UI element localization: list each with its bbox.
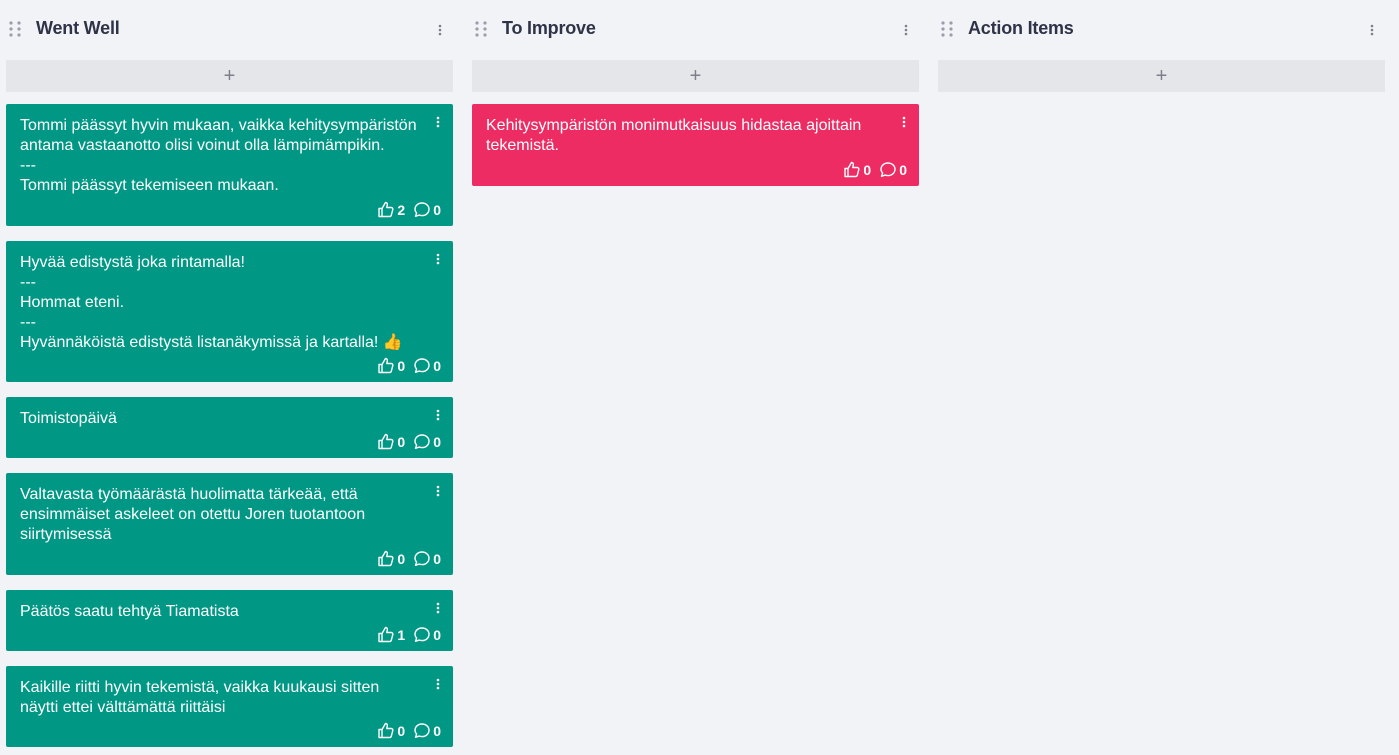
card-footer: 0 0 (377, 433, 441, 450)
column-to-improve: To Improve + Kehitysympäristön monimutka… (472, 0, 919, 755)
card-text: Tommi päässyt hyvin mukaan, vaikka kehit… (20, 117, 417, 194)
drag-handle-icon[interactable] (8, 20, 22, 38)
comment-bubble-icon[interactable] (413, 433, 431, 450)
like-count: 2 (397, 201, 406, 218)
card-text: Valtavasta työmäärästä huolimatta tärkeä… (20, 486, 366, 543)
kebab-menu-icon[interactable] (901, 23, 911, 37)
column-title: Went Well (36, 18, 120, 38)
column-went-well: Went Well + Tommi päässyt hyvin mukaan, … (6, 0, 453, 755)
column-header: To Improve (472, 0, 919, 60)
comment-count: 0 (433, 201, 441, 218)
card-text: Kaikille riitti hyvin tekemistä, vaikka … (20, 679, 380, 716)
thumbs-up-icon[interactable] (843, 161, 861, 178)
add-card-button[interactable]: + (472, 60, 919, 92)
comment-bubble-icon[interactable] (413, 626, 431, 643)
drag-handle-icon[interactable] (940, 20, 954, 38)
kebab-menu-icon[interactable] (1367, 23, 1377, 37)
thumbs-up-icon[interactable] (377, 357, 395, 374)
retro-board: Went Well + Tommi päässyt hyvin mukaan, … (0, 0, 1399, 755)
card-text: Hyvää edistystä joka rintamalla! --- Hom… (20, 254, 403, 351)
kebab-menu-icon[interactable] (434, 601, 442, 615)
like-count: 0 (397, 722, 406, 739)
card-text: Päätös saatu tehtyä Tiamatista (20, 603, 239, 620)
retro-card[interactable]: Päätös saatu tehtyä Tiamatista 1 0 (6, 590, 453, 651)
card-footer: 0 0 (377, 722, 441, 739)
comment-bubble-icon[interactable] (879, 161, 897, 178)
card-footer: 0 0 (843, 161, 907, 178)
comment-count: 0 (433, 433, 441, 450)
comment-count: 0 (899, 161, 907, 178)
card-text: Toimistopäivä (20, 410, 117, 427)
column-header: Went Well (6, 0, 453, 60)
like-count: 0 (397, 357, 406, 374)
retro-card[interactable]: Toimistopäivä 0 0 (6, 397, 453, 458)
thumbs-up-icon[interactable] (377, 626, 395, 643)
comment-count: 0 (433, 626, 441, 643)
column-header: Action Items (938, 0, 1385, 60)
retro-card[interactable]: Kaikille riitti hyvin tekemistä, vaikka … (6, 666, 453, 747)
retro-card[interactable]: Kehitysympäristön monimutkaisuus hidasta… (472, 104, 919, 186)
column-title: To Improve (502, 18, 596, 38)
card-footer: 1 0 (377, 626, 441, 643)
drag-handle-icon[interactable] (474, 20, 488, 38)
comment-bubble-icon[interactable] (413, 550, 431, 567)
like-count: 0 (397, 433, 406, 450)
comment-bubble-icon[interactable] (413, 722, 431, 739)
retro-card[interactable]: Hyvää edistystä joka rintamalla! --- Hom… (6, 241, 453, 382)
kebab-menu-icon[interactable] (434, 484, 442, 498)
comment-count: 0 (433, 550, 441, 567)
add-card-button[interactable]: + (6, 60, 453, 92)
card-text: Kehitysympäristön monimutkaisuus hidasta… (486, 117, 862, 154)
kebab-menu-icon[interactable] (435, 23, 445, 37)
like-count: 0 (863, 161, 872, 178)
like-count: 1 (397, 626, 406, 643)
column-title: Action Items (968, 18, 1074, 38)
thumbs-up-icon[interactable] (377, 550, 395, 567)
comment-count: 0 (433, 357, 441, 374)
comment-bubble-icon[interactable] (413, 201, 431, 218)
kebab-menu-icon[interactable] (434, 252, 442, 266)
add-card-button[interactable]: + (938, 60, 1385, 92)
thumbs-up-icon[interactable] (377, 433, 395, 450)
retro-card[interactable]: Valtavasta työmäärästä huolimatta tärkeä… (6, 473, 453, 575)
kebab-menu-icon[interactable] (434, 115, 442, 129)
card-footer: 0 0 (377, 550, 441, 567)
kebab-menu-icon[interactable] (434, 677, 442, 691)
like-count: 0 (397, 550, 406, 567)
thumbs-up-icon[interactable] (377, 722, 395, 739)
column-action-items: Action Items + (938, 0, 1385, 755)
card-footer: 0 0 (377, 357, 441, 374)
comment-count: 0 (433, 722, 441, 739)
card-footer: 2 0 (377, 201, 441, 218)
thumbs-up-icon[interactable] (377, 201, 395, 218)
retro-card[interactable]: Tommi päässyt hyvin mukaan, vaikka kehit… (6, 104, 453, 226)
comment-bubble-icon[interactable] (413, 357, 431, 374)
kebab-menu-icon[interactable] (900, 115, 908, 129)
kebab-menu-icon[interactable] (434, 408, 442, 422)
